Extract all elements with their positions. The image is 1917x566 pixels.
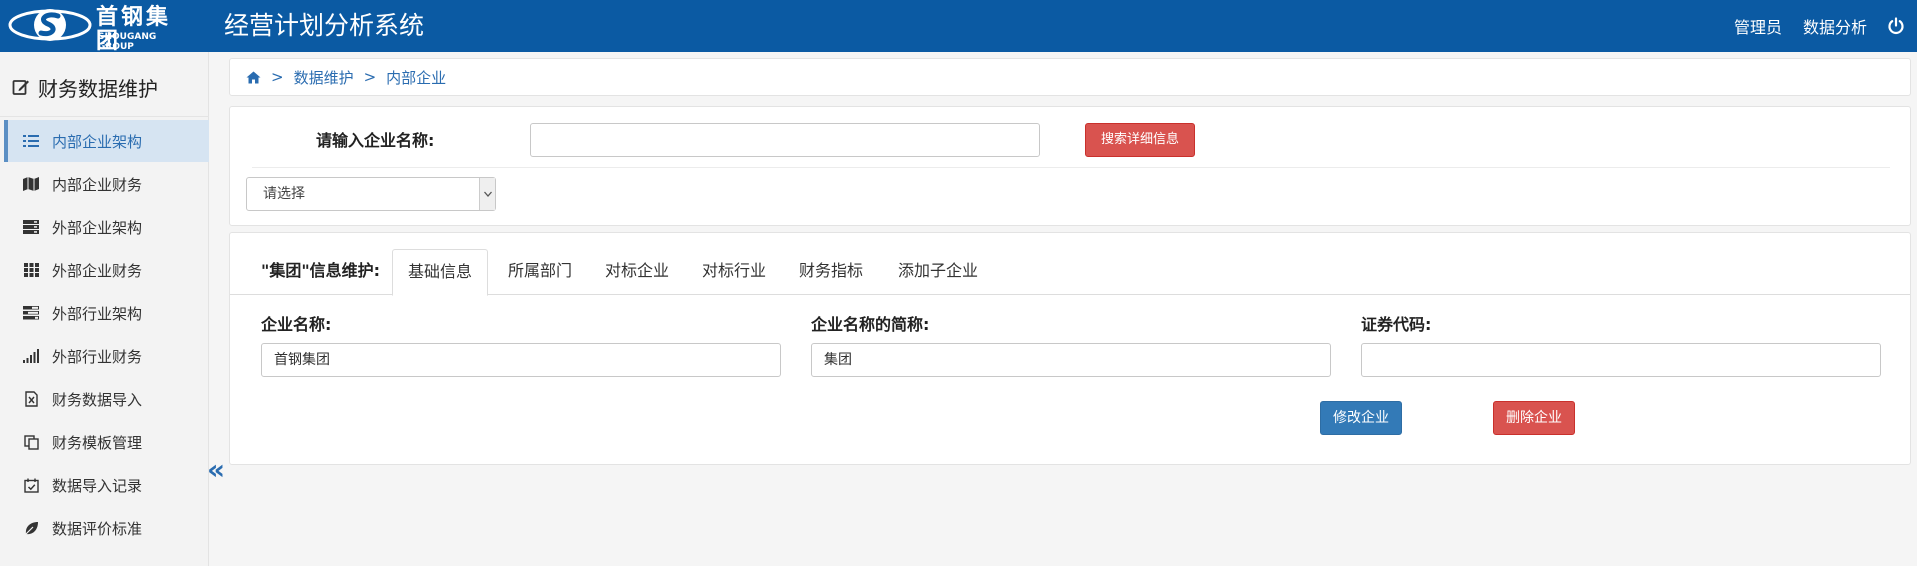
info-section-label: "集团"信息维护: bbox=[261, 261, 381, 280]
info-tabs: "集团"信息维护: 基础信息 所属部门 对标企业 对标行业 财务指标 添加子企业 bbox=[230, 249, 1910, 296]
grid-icon bbox=[22, 261, 40, 279]
modify-enterprise-button[interactable]: 修改企业 bbox=[1320, 401, 1402, 435]
sidebar-item-label: 外部行业架构 bbox=[52, 304, 143, 323]
sidebar-item-label: 外部企业架构 bbox=[52, 218, 143, 237]
tab-benchmark-industry[interactable]: 对标行业 bbox=[702, 259, 766, 283]
sidebar-item-external-finance[interactable]: 外部企业财务 bbox=[4, 249, 209, 291]
home-icon[interactable] bbox=[246, 71, 261, 84]
sidebar-item-external-structure[interactable]: 外部企业架构 bbox=[4, 206, 209, 248]
company-select-value: 请选择 bbox=[263, 186, 305, 202]
sidebar-item-import-records[interactable]: 数据导入记录 bbox=[4, 464, 209, 506]
logo-text-en: SHOUGANG GROUP bbox=[98, 32, 157, 52]
sidebar-item-external-industry-structure[interactable]: 外部行业架构 bbox=[4, 292, 209, 334]
admin-user-link[interactable]: 管理员 bbox=[1734, 14, 1782, 38]
company-name-label: 请输入企业名称: bbox=[316, 131, 435, 150]
enterprise-name-label: 企业名称: bbox=[261, 315, 332, 334]
sidebar-item-label: 内部企业财务 bbox=[52, 175, 143, 194]
power-icon[interactable] bbox=[1887, 17, 1905, 35]
search-panel: 请输入企业名称: 搜索详细信息 请选择 bbox=[229, 106, 1911, 226]
breadcrumb: > 数据维护 > 内部企业 bbox=[229, 58, 1911, 96]
search-details-button[interactable]: 搜索详细信息 bbox=[1085, 123, 1195, 157]
sidebar: 财务数据维护 内部企业架构 内部企业财务 外部企业架构 外部企业财务 外部行业架… bbox=[0, 52, 209, 566]
app-title: 经营计划分析系统 bbox=[224, 11, 425, 40]
enterprise-short-name-input[interactable]: 集团 bbox=[811, 343, 1331, 377]
tab-financial-indicators[interactable]: 财务指标 bbox=[799, 259, 863, 283]
sidebar-collapse-icon[interactable]: « bbox=[207, 455, 229, 485]
tab-benchmark-enterprise[interactable]: 对标企业 bbox=[605, 259, 669, 283]
copy-icon bbox=[22, 433, 40, 451]
breadcrumb-separator: > bbox=[271, 68, 284, 86]
header-actions: 管理员 数据分析 bbox=[1713, 14, 1905, 38]
list-icon bbox=[22, 132, 40, 150]
tab-department[interactable]: 所属部门 bbox=[508, 259, 572, 283]
sidebar-title-text: 财务数据维护 bbox=[38, 76, 158, 101]
sidebar-item-label: 财务数据导入 bbox=[52, 390, 143, 409]
sidebar-item-label: 内部企业架构 bbox=[52, 132, 143, 151]
enterprise-short-name-label: 企业名称的简称: bbox=[811, 315, 930, 334]
sidebar-item-internal-finance[interactable]: 内部企业财务 bbox=[4, 163, 209, 205]
chevron-down-icon bbox=[479, 178, 495, 210]
tab-basic-info[interactable]: 基础信息 bbox=[392, 249, 489, 296]
delete-enterprise-button[interactable]: 删除企业 bbox=[1493, 401, 1575, 435]
tab-add-sub-enterprise[interactable]: 添加子企业 bbox=[898, 259, 978, 283]
search-divider bbox=[252, 167, 1890, 168]
map-icon bbox=[22, 175, 40, 193]
sidebar-item-external-industry-finance[interactable]: 外部行业财务 bbox=[4, 335, 209, 377]
breadcrumb-data-maintenance[interactable]: 数据维护 bbox=[294, 67, 354, 88]
logo: 首钢集团 SHOUGANG GROUP bbox=[8, 4, 190, 54]
signal-icon bbox=[22, 347, 40, 365]
tasks-icon bbox=[22, 304, 40, 322]
sidebar-item-evaluation-standard[interactable]: 数据评价标准 bbox=[4, 507, 209, 549]
stock-code-label: 证券代码: bbox=[1361, 315, 1432, 334]
sidebar-item-label: 外部行业财务 bbox=[52, 347, 143, 366]
sidebar-divider bbox=[0, 116, 209, 117]
shougang-logo-icon bbox=[8, 9, 92, 41]
company-select[interactable]: 请选择 bbox=[246, 177, 496, 211]
stock-code-input[interactable] bbox=[1361, 343, 1881, 377]
edit-icon bbox=[12, 80, 29, 95]
sidebar-item-finance-import[interactable]: 财务数据导入 bbox=[4, 378, 209, 420]
excel-file-icon bbox=[22, 390, 40, 408]
sidebar-item-label: 财务模板管理 bbox=[52, 433, 143, 452]
sidebar-item-label: 外部企业财务 bbox=[52, 261, 143, 280]
calendar-check-icon bbox=[22, 476, 40, 494]
sidebar-item-label: 数据评价标准 bbox=[52, 519, 143, 538]
breadcrumb-internal-enterprise[interactable]: 内部企业 bbox=[386, 67, 446, 88]
leaf-icon bbox=[22, 519, 40, 537]
data-analysis-link[interactable]: 数据分析 bbox=[1803, 14, 1867, 38]
company-name-search-input[interactable] bbox=[530, 123, 1040, 157]
sidebar-item-template-manage[interactable]: 财务模板管理 bbox=[4, 421, 209, 463]
enterprise-name-input[interactable]: 首钢集团 bbox=[261, 343, 781, 377]
group-info-panel: "集团"信息维护: 基础信息 所属部门 对标企业 对标行业 财务指标 添加子企业… bbox=[229, 232, 1911, 465]
sidebar-item-label: 数据导入记录 bbox=[52, 476, 143, 495]
breadcrumb-separator: > bbox=[363, 68, 377, 86]
sidebar-title: 财务数据维护 bbox=[12, 72, 158, 102]
sidebar-item-internal-structure[interactable]: 内部企业架构 bbox=[4, 120, 209, 162]
server-icon bbox=[22, 218, 40, 236]
top-header: 首钢集团 SHOUGANG GROUP 经营计划分析系统 管理员 数据分析 bbox=[0, 0, 1917, 54]
